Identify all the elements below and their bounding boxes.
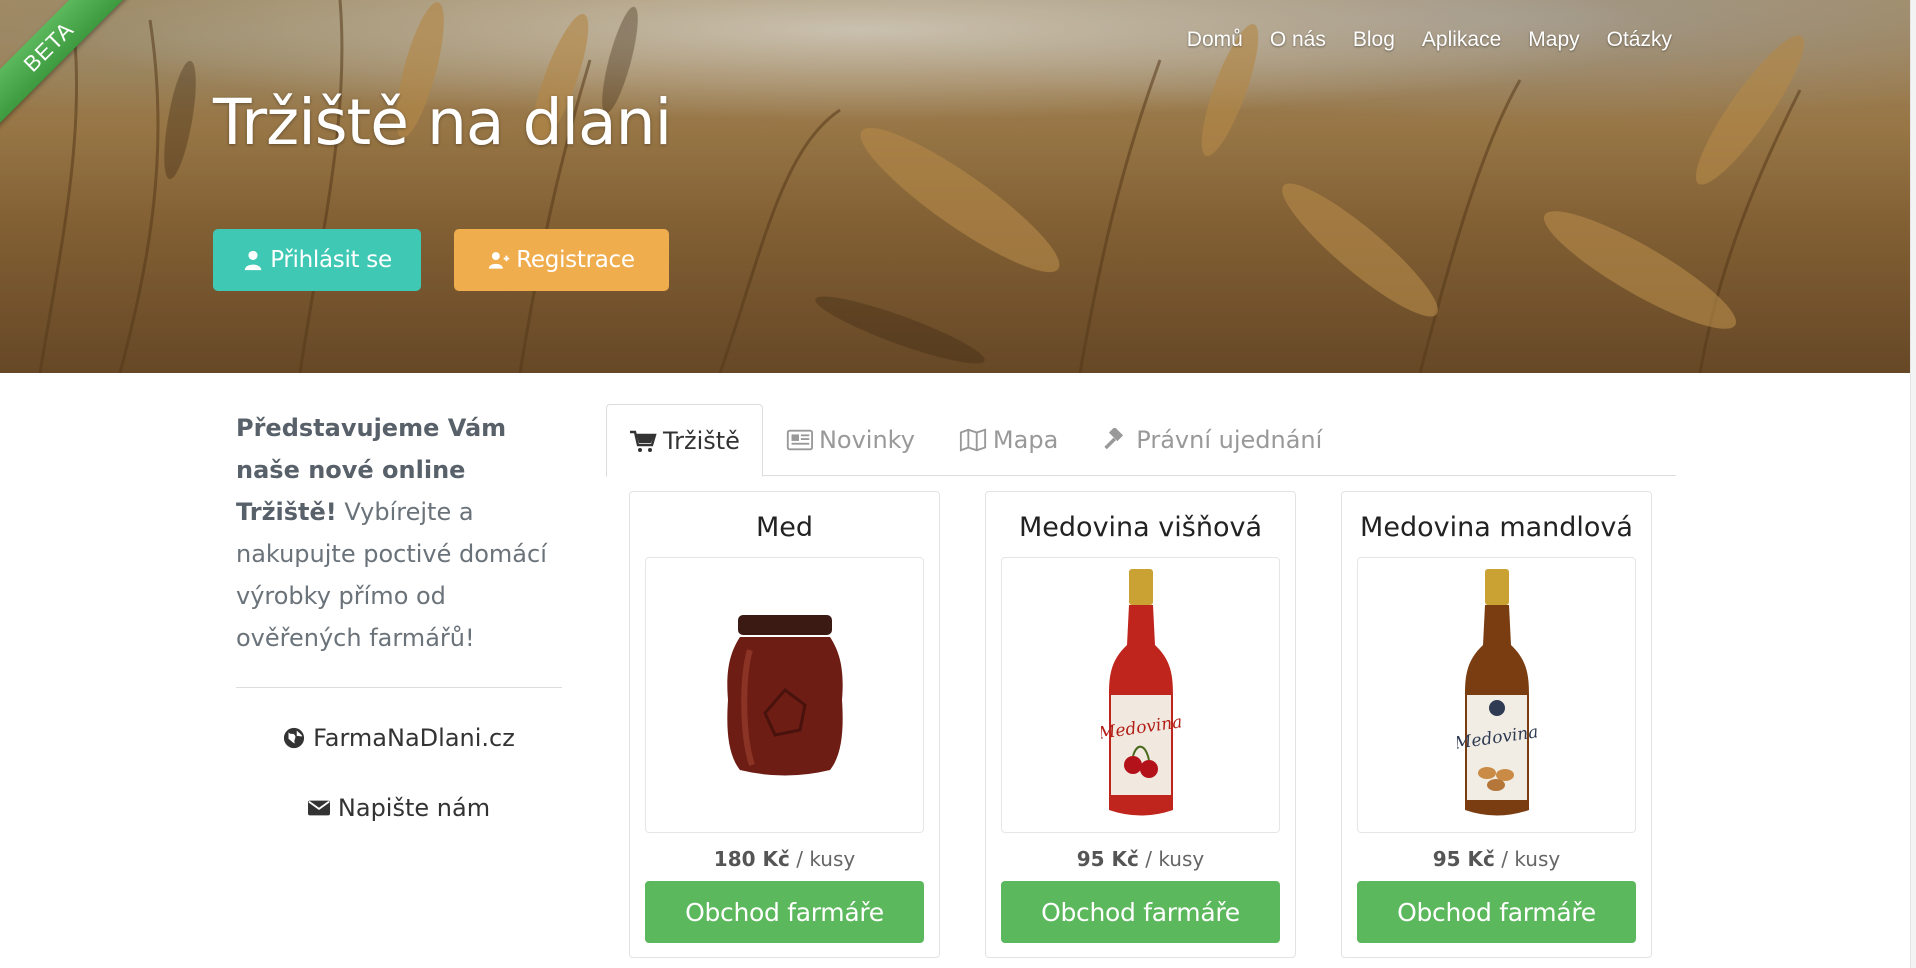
- tab-news[interactable]: Novinky: [763, 404, 937, 476]
- product-image[interactable]: Medovina: [1357, 557, 1636, 834]
- nav-link-blog[interactable]: Blog: [1353, 28, 1395, 52]
- sidebar-divider: [236, 687, 562, 688]
- tab-news-label: Novinky: [818, 426, 915, 454]
- cart-icon: [630, 430, 657, 452]
- price-value: 95 Kč: [1432, 847, 1495, 872]
- tab-legal-label: Právní ujednání: [1136, 426, 1323, 454]
- nav-link-home[interactable]: Domů: [1187, 28, 1243, 52]
- cherry-mead-bottle-image: Medovina: [1101, 569, 1181, 816]
- intro-text: Představujeme Vám naše nové online Tržiš…: [236, 407, 562, 659]
- envelope-icon: [307, 800, 330, 816]
- newspaper-icon: [786, 429, 813, 451]
- user-plus-icon: [489, 252, 510, 269]
- price-unit: / kusy: [1494, 847, 1561, 872]
- price-value: 95 Kč: [1076, 847, 1139, 872]
- product-name: Medovina mandlová: [1360, 512, 1633, 543]
- honey-jar-image: [726, 615, 843, 776]
- price-unit: / kusy: [789, 847, 856, 872]
- login-button-label: Přihlásit se: [270, 247, 392, 273]
- product-card: Med 180 Kč / kusy Obchod farmáře: [629, 491, 940, 958]
- hero-banner: [0, 0, 1910, 373]
- product-image[interactable]: Medovina: [1001, 557, 1280, 834]
- tab-map[interactable]: Mapa: [937, 404, 1080, 476]
- user-icon: [244, 250, 262, 271]
- farmer-shop-button[interactable]: Obchod farmáře: [645, 881, 924, 943]
- nav-link-apps[interactable]: Aplikace: [1422, 28, 1501, 52]
- product-grid: Med 180 Kč / kusy Obchod farmáře Medovin…: [629, 491, 1652, 958]
- content-tabs: Tržiště Novinky Mapa Právní ujednání: [606, 404, 1676, 477]
- price-unit: / kusy: [1138, 847, 1205, 872]
- map-icon: [959, 428, 986, 452]
- product-name: Med: [755, 512, 814, 543]
- product-price: 180 Kč / kusy: [714, 847, 855, 873]
- hero-overlay: [0, 0, 1910, 373]
- farmer-shop-button[interactable]: Obchod farmáře: [1001, 881, 1280, 943]
- site-title: Tržiště na dlani: [213, 86, 672, 159]
- sidebar: Představujeme Vám naše nové online Tržiš…: [236, 407, 562, 860]
- price-value: 180 Kč: [713, 847, 790, 872]
- register-button[interactable]: Registrace: [454, 229, 669, 291]
- product-card: Medovina višňová Medovina 95 Kč / kusy O…: [985, 491, 1296, 958]
- globe-icon: [284, 727, 305, 749]
- top-navigation: Domů O nás Blog Aplikace Mapy Otázky: [1187, 28, 1672, 52]
- tab-marketplace[interactable]: Tržiště: [606, 404, 763, 477]
- farmer-shop-button[interactable]: Obchod farmáře: [1357, 881, 1636, 943]
- nav-link-about[interactable]: O nás: [1270, 28, 1326, 52]
- login-button[interactable]: Přihlásit se: [213, 229, 421, 291]
- tab-legal[interactable]: Právní ujednání: [1080, 404, 1344, 476]
- website-link-label: FarmaNaDlani.cz: [313, 724, 515, 752]
- tab-map-label: Mapa: [992, 426, 1059, 454]
- contact-link-label: Napište nám: [337, 794, 491, 822]
- tab-marketplace-label: Tržiště: [663, 426, 740, 455]
- nav-link-faq[interactable]: Otázky: [1607, 28, 1672, 52]
- almond-mead-bottle-image: Medovina: [1457, 569, 1537, 816]
- gavel-icon: [1104, 428, 1124, 450]
- product-price: 95 Kč / kusy: [1077, 847, 1205, 873]
- nav-link-maps[interactable]: Mapy: [1528, 28, 1579, 52]
- product-name: Medovina višňová: [1019, 512, 1262, 543]
- register-button-label: Registrace: [516, 247, 635, 273]
- window-scrollbar[interactable]: [1910, 0, 1916, 968]
- contact-link[interactable]: Napište nám: [236, 790, 562, 826]
- product-image[interactable]: [645, 557, 924, 834]
- website-link[interactable]: FarmaNaDlani.cz: [236, 720, 562, 756]
- product-card: Medovina mandlová Medovina 95 Kč / kusy …: [1341, 491, 1652, 958]
- product-price: 95 Kč / kusy: [1433, 847, 1561, 873]
